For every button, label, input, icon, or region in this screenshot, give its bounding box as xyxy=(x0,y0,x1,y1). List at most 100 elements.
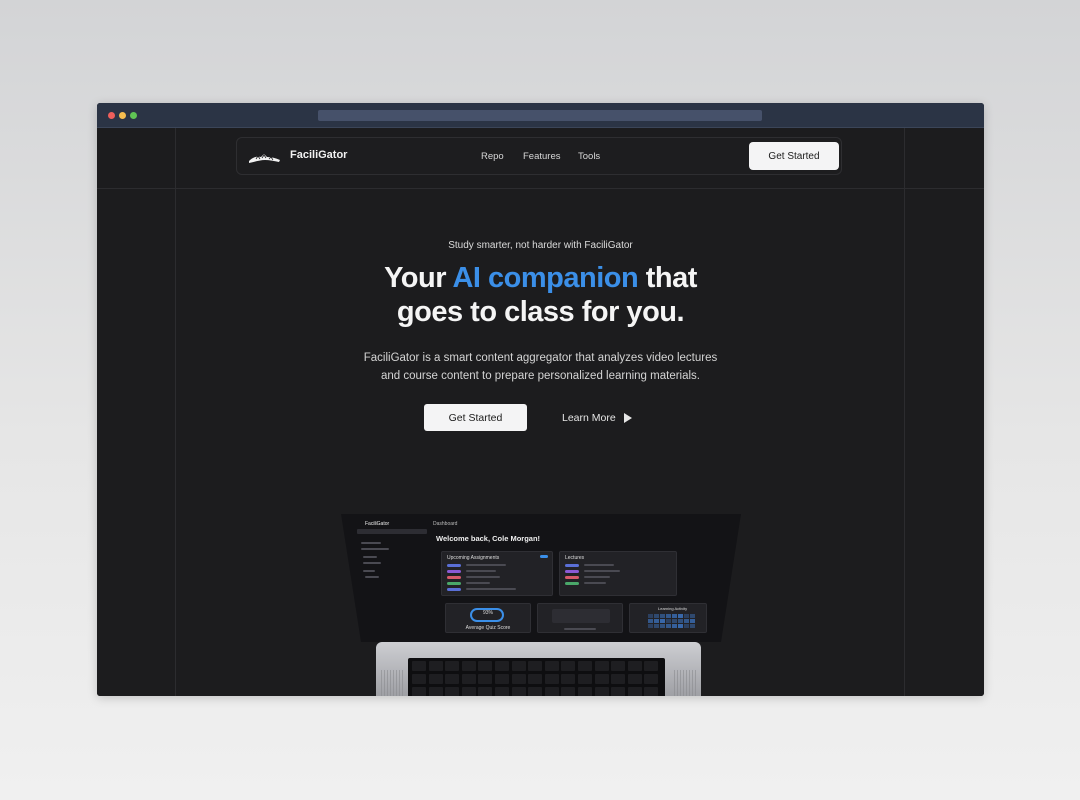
keyboard-key xyxy=(478,661,493,671)
activity-cell xyxy=(654,614,659,618)
activity-cell xyxy=(666,614,671,618)
mockup-sidebar-row xyxy=(361,542,381,544)
speaker-grille-left xyxy=(381,670,403,696)
keyboard-key xyxy=(478,674,493,684)
mockup-assignments-card: Upcoming Assignments xyxy=(441,551,553,596)
keyboard-key xyxy=(461,674,476,684)
keyboard-key xyxy=(627,661,642,671)
activity-cell xyxy=(684,624,689,628)
mockup-tag xyxy=(565,570,579,573)
mockup-row xyxy=(466,588,516,590)
close-window-dot[interactable] xyxy=(108,112,115,119)
keyboard-key xyxy=(428,687,443,696)
mockup-sidebar: FaciliGator xyxy=(355,520,429,635)
keyboard-key xyxy=(611,674,626,684)
keyboard-key xyxy=(445,687,460,696)
keyboard-key xyxy=(412,661,426,671)
keyboard-key xyxy=(495,661,509,671)
activity-cell xyxy=(660,619,665,623)
mockup-insight-box xyxy=(552,609,610,623)
mockup-activity-card: Learning Activity xyxy=(629,603,707,633)
mockup-sidebar-active xyxy=(357,529,427,534)
mockup-row xyxy=(466,582,490,584)
keyboard-key xyxy=(578,661,592,671)
keyboard-key xyxy=(627,674,642,684)
gator-logo-icon[interactable] xyxy=(248,150,281,164)
browser-window: FaciliGator Repo Features Tools Get Star… xyxy=(97,103,984,696)
mockup-sidebar-row xyxy=(363,562,381,564)
mockup-sidebar-row xyxy=(365,576,379,578)
laptop-base xyxy=(376,642,701,696)
keyboard-key xyxy=(594,687,609,696)
activity-cell xyxy=(648,624,653,628)
mockup-row xyxy=(584,570,620,572)
mockup-sidebar-row xyxy=(361,548,389,550)
maximize-window-dot[interactable] xyxy=(130,112,137,119)
keyboard-key xyxy=(644,687,659,696)
mockup-row xyxy=(584,576,610,578)
nav-link-tools[interactable]: Tools xyxy=(578,151,600,162)
activity-cell xyxy=(648,619,653,623)
activity-cell xyxy=(684,619,689,623)
guide-line-left xyxy=(175,128,176,696)
activity-cell xyxy=(672,614,677,618)
activity-cell xyxy=(684,614,689,618)
keyboard-key xyxy=(511,674,526,684)
headline-line2: goes to class for you. xyxy=(396,296,685,328)
headline-accent: AI companion xyxy=(452,262,639,294)
guide-line-right xyxy=(904,128,905,696)
mockup-gauge-label: Average Quiz Score xyxy=(465,625,511,631)
keyboard-key xyxy=(544,661,559,671)
keyboard-key xyxy=(461,687,476,696)
mockup-quiz-card: 93% Average Quiz Score xyxy=(445,603,531,633)
keyboard-key xyxy=(428,674,443,684)
mockup-assignments-title: Upcoming Assignments xyxy=(447,555,500,561)
activity-cell xyxy=(672,619,677,623)
keyboard-key xyxy=(611,687,626,696)
address-bar[interactable] xyxy=(318,110,762,121)
nav-get-started-button[interactable]: Get Started xyxy=(749,142,839,170)
keyboard-key xyxy=(412,687,426,696)
keyboard-key xyxy=(561,687,576,696)
mockup-tag xyxy=(447,582,461,585)
activity-cell xyxy=(666,624,671,628)
mockup-app-name: FaciliGator xyxy=(365,521,390,527)
activity-cell xyxy=(648,614,653,618)
minimize-window-dot[interactable] xyxy=(119,112,126,119)
page-viewport: FaciliGator Repo Features Tools Get Star… xyxy=(97,128,984,696)
mockup-tag xyxy=(447,588,461,591)
mockup-lectures-card: Lectures xyxy=(559,551,677,596)
keyboard-key xyxy=(578,687,592,696)
keyboard-key xyxy=(578,674,592,684)
header-divider xyxy=(97,188,984,189)
keyboard-key xyxy=(495,674,509,684)
keyboard-key xyxy=(511,687,526,696)
keyboard-key xyxy=(478,687,493,696)
mockup-lectures-title: Lectures xyxy=(565,555,585,561)
activity-cell xyxy=(678,619,683,623)
mockup-row xyxy=(584,582,606,584)
activity-cell xyxy=(690,619,695,623)
activity-cell xyxy=(654,619,659,623)
keyboard-key xyxy=(461,661,476,671)
hero-get-started-button[interactable]: Get Started xyxy=(424,404,527,431)
keyboard-key xyxy=(544,687,559,696)
mockup-tag xyxy=(447,570,461,573)
nav-link-repo[interactable]: Repo xyxy=(481,151,504,162)
keyboard-key xyxy=(428,661,443,671)
brand-name[interactable]: FaciliGator xyxy=(290,149,347,161)
keyboard-key xyxy=(528,674,543,684)
mockup-tag xyxy=(447,564,461,567)
mockup-row xyxy=(466,570,496,572)
speaker-grille-right xyxy=(674,670,696,696)
keyboard-key xyxy=(528,661,543,671)
keyboard-key xyxy=(445,661,460,671)
keyboard-key xyxy=(495,687,509,696)
keyboard-key xyxy=(561,674,576,684)
keyboard-key xyxy=(511,661,526,671)
learn-more-button[interactable]: Learn More xyxy=(562,410,632,426)
mockup-welcome: Welcome back, Cole Morgan! xyxy=(436,534,541,543)
mockup-tag xyxy=(565,564,579,567)
mockup-row xyxy=(466,576,500,578)
nav-link-features[interactable]: Features xyxy=(523,151,561,162)
